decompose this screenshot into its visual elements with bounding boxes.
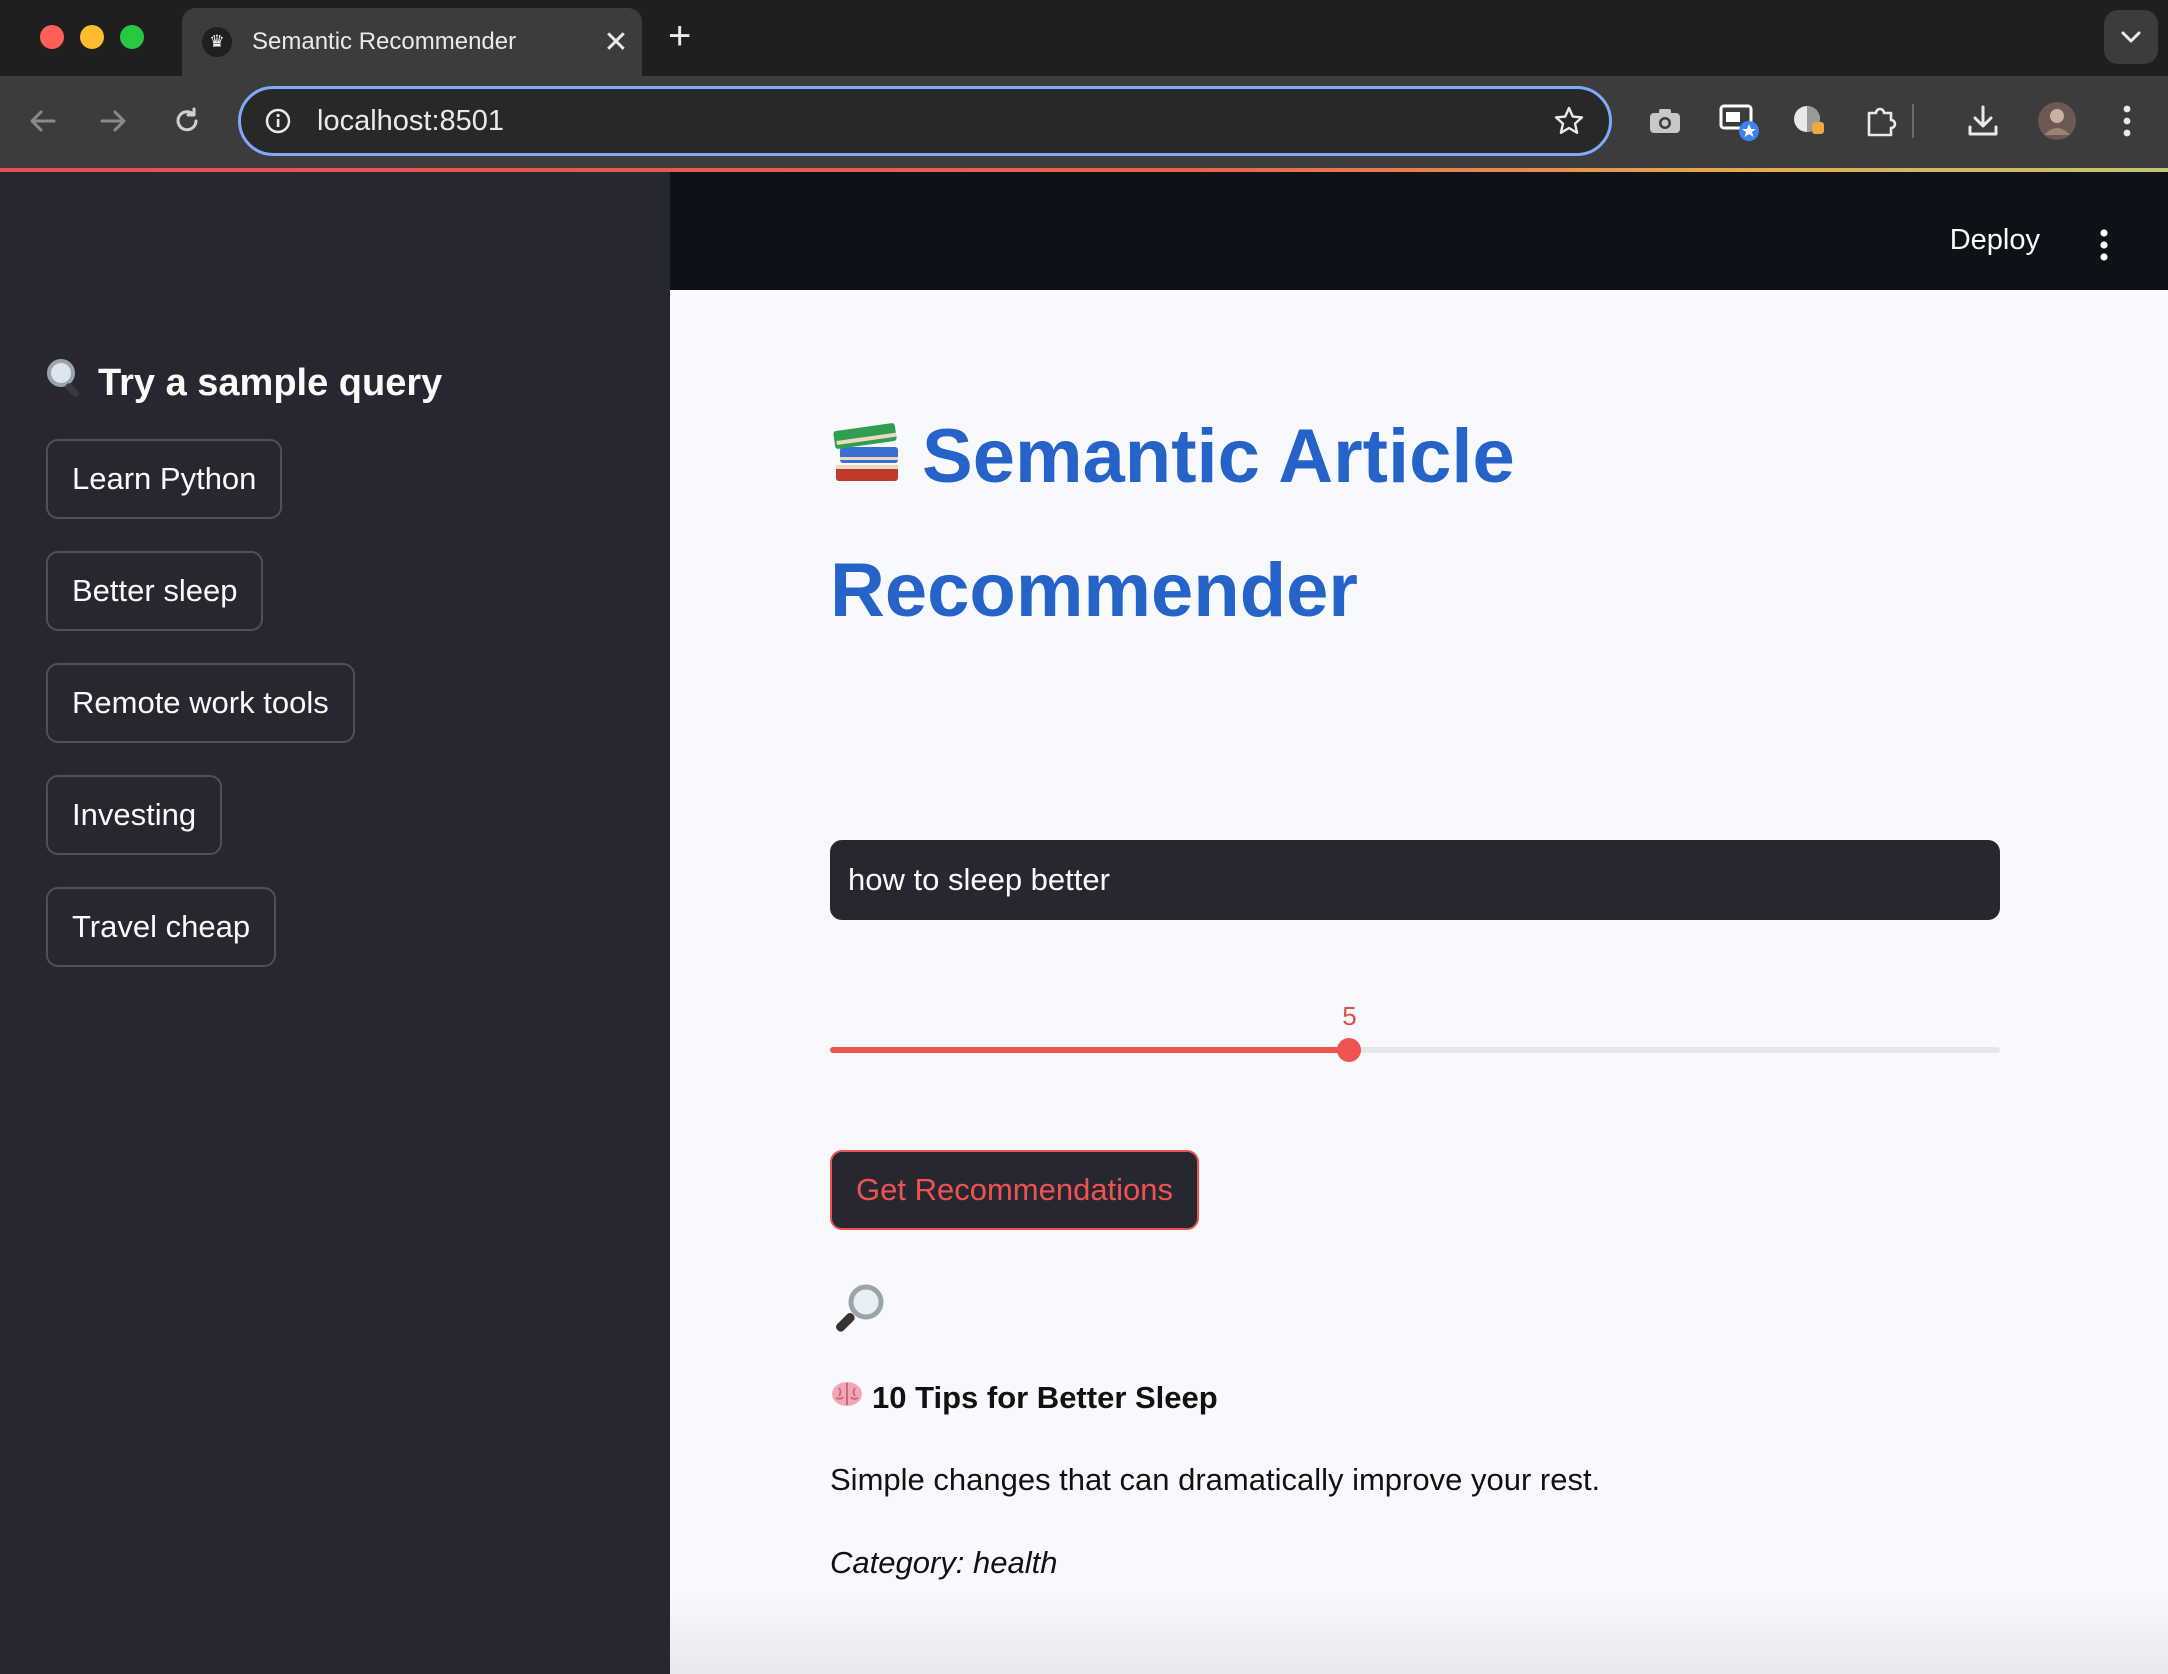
forward-button[interactable] <box>88 96 138 146</box>
tab-search-button[interactable] <box>2104 10 2158 64</box>
brain-icon <box>830 1380 864 1416</box>
magnifier-icon <box>44 356 88 410</box>
chevron-down-icon <box>2121 31 2141 43</box>
slider-fill <box>830 1047 1350 1053</box>
page-title: Semantic Article Recommender <box>830 392 1650 655</box>
minimize-window-button[interactable] <box>80 25 104 49</box>
slider-thumb[interactable] <box>1337 1038 1362 1062</box>
info-icon[interactable] <box>261 104 295 138</box>
forward-arrow-icon <box>100 110 126 132</box>
tab-close-button[interactable]: ✕ <box>594 25 638 60</box>
browser-tab-bar: ♛ Semantic Recommender ✕ + <box>0 0 2168 76</box>
puzzle-icon[interactable] <box>1858 98 1904 144</box>
results-slider[interactable] <box>830 1038 2000 1062</box>
sidebar: Try a sample query Learn Python Better s… <box>0 172 670 1674</box>
close-window-button[interactable] <box>40 25 64 49</box>
back-arrow-icon <box>30 110 56 132</box>
sample-query-button[interactable]: Learn Python <box>46 439 283 519</box>
result-description: Simple changes that can dramatically imp… <box>830 1462 1601 1497</box>
sidebar-heading: Try a sample query <box>44 356 442 410</box>
page-title-text: Semantic Article Recommender <box>830 414 1515 634</box>
result-title-text: 10 Tips for Better Sleep <box>872 1380 1218 1415</box>
url-text: localhost:8501 <box>317 104 505 137</box>
crown-favicon-icon: ♛ <box>202 27 232 57</box>
slider-value: 5 <box>1342 1001 1357 1031</box>
magnifier-icon <box>830 1280 888 1343</box>
sidebar-heading-text: Try a sample query <box>98 361 443 404</box>
query-input[interactable]: how to sleep better <box>830 840 2000 920</box>
browser-toolbar: localhost:8501 <box>0 76 2168 172</box>
new-tab-button[interactable]: + <box>668 14 691 59</box>
picture-in-picture-icon[interactable] <box>1716 98 1762 144</box>
get-recommendations-button[interactable]: Get Recommendations <box>830 1150 1200 1230</box>
more-vertical-icon[interactable] <box>2104 98 2150 144</box>
extension-icon[interactable] <box>1786 98 1832 144</box>
app-menu-icon[interactable] <box>2098 228 2110 262</box>
download-icon[interactable] <box>1960 98 2006 144</box>
browser-tab[interactable]: ♛ Semantic Recommender ✕ <box>182 8 642 76</box>
avatar[interactable] <box>2034 98 2080 144</box>
zoom-window-button[interactable] <box>120 25 144 49</box>
main-content: Semantic Article Recommender how to slee… <box>670 290 2168 1674</box>
sample-query-button[interactable]: Better sleep <box>46 551 264 631</box>
camera-icon[interactable] <box>1642 98 1688 144</box>
result-title: 10 Tips for Better Sleep <box>830 1380 1218 1416</box>
reload-icon <box>176 107 198 132</box>
deploy-button[interactable]: Deploy <box>1950 224 2040 257</box>
result-category: Category: health <box>830 1545 1058 1580</box>
app-header: Deploy <box>670 172 2168 290</box>
address-bar[interactable]: localhost:8501 <box>238 86 1612 156</box>
toolbar-divider <box>1910 98 1916 144</box>
back-button[interactable] <box>18 96 68 146</box>
scroll-fade <box>670 1594 2168 1674</box>
sample-query-button[interactable]: Remote work tools <box>46 663 355 743</box>
sample-query-button[interactable]: Travel cheap <box>46 887 277 967</box>
reload-button[interactable] <box>162 96 212 146</box>
sample-query-button[interactable]: Investing <box>46 775 223 855</box>
star-icon[interactable] <box>1549 101 1589 141</box>
tab-title: Semantic Recommender <box>252 28 517 55</box>
books-icon <box>830 397 904 526</box>
